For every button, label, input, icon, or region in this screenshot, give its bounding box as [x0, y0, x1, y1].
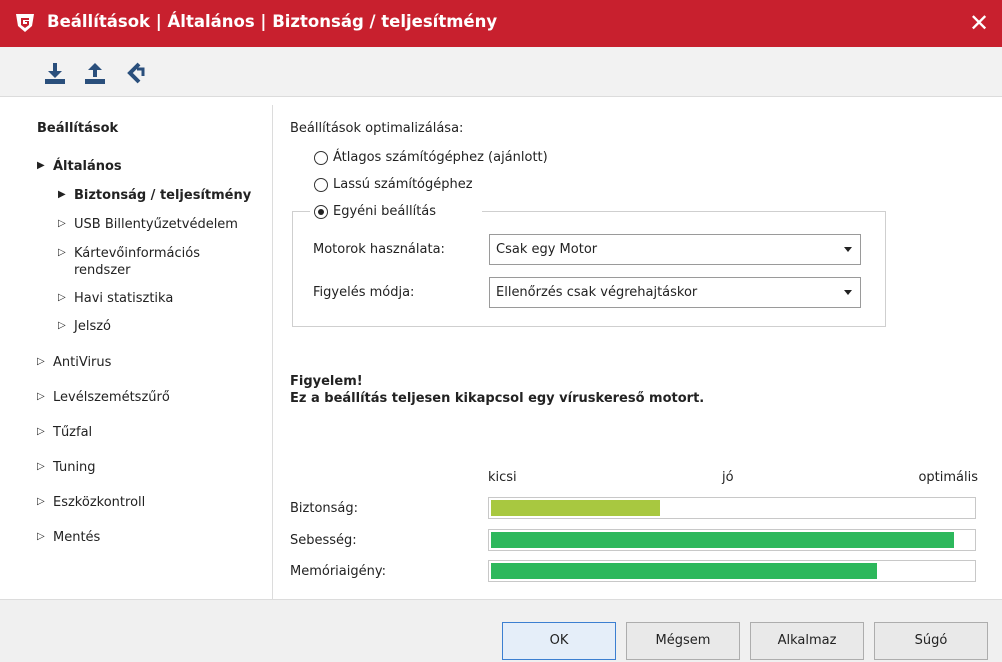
meter-fill: [491, 532, 954, 548]
meter-fill: [491, 563, 877, 579]
ok-button[interactable]: OK: [502, 622, 616, 660]
dropdown-arrow-icon: [844, 247, 852, 252]
engines-select[interactable]: Csak egy Motor: [489, 234, 861, 265]
apply-button-label: Alkalmaz: [777, 633, 837, 648]
scale-high: optimális: [918, 470, 978, 485]
scale-low: kicsi: [488, 470, 517, 485]
engines-select-value: Csak egy Motor: [496, 242, 598, 257]
chevron-right-icon: ▷: [37, 461, 45, 472]
sidebar-item-label: USB Billentyűzetvédelem: [74, 217, 238, 232]
radio-egyeni[interactable]: Egyéni beállítás: [310, 204, 482, 222]
sidebar-item-label: AntiVirus: [53, 355, 112, 370]
window-title: Beállítások | Általános | Biztonság / te…: [47, 12, 498, 31]
sidebar-item-label: Kártevőinformációs: [74, 246, 200, 261]
warning-text: Ez a beállítás teljesen kikapcsol egy ví…: [290, 391, 705, 406]
sidebar-item-label: Tűzfal: [53, 425, 93, 440]
chevron-right-icon: ▷: [37, 531, 45, 542]
upload-icon[interactable]: [82, 60, 108, 86]
reset-icon[interactable]: [122, 60, 148, 86]
sidebar-divider: [272, 105, 273, 600]
apply-button[interactable]: Alkalmaz: [750, 622, 864, 660]
meter-label-memoria: Memóriaigény:: [290, 564, 386, 579]
chevron-right-icon: ▷: [37, 356, 45, 367]
sidebar-item-label: Jelszó: [74, 319, 111, 334]
sidebar-item-label: Havi statisztika: [74, 291, 174, 306]
radio-label: Átlagos számítógéphez (ajánlott): [333, 150, 548, 165]
dropdown-arrow-icon: [844, 290, 852, 295]
engines-label: Motorok használata:: [313, 242, 445, 257]
radio-label: Lassú számítógéphez: [333, 177, 473, 192]
footer: OK Mégsem Alkalmaz Súgó: [0, 599, 1002, 662]
sidebar-item-label: Eszközkontroll: [53, 495, 146, 510]
radio-circle-icon: [314, 151, 328, 165]
meter-label-sebesseg: Sebesség:: [290, 533, 357, 548]
radio-checked-icon: [314, 205, 328, 219]
chevron-right-icon: ▷: [58, 292, 66, 303]
sidebar-item-label: Levélszemétszűrő: [53, 390, 170, 405]
radio-circle-icon: [314, 178, 328, 192]
radio-label: Egyéni beállítás: [333, 204, 437, 219]
custom-settings-group: Motorok használata: Csak egy Motor Figye…: [292, 211, 886, 327]
chevron-right-icon: ▶: [58, 189, 66, 200]
chevron-right-icon: ▷: [58, 247, 66, 258]
monitor-select[interactable]: Ellenőrzés csak végrehajtáskor: [489, 277, 861, 308]
sidebar-item-label: Biztonság / teljesítmény: [74, 188, 252, 203]
sidebar-item-label: Általános: [53, 159, 122, 174]
close-icon[interactable]: ✕: [962, 6, 996, 40]
sidebar-item-label: Mentés: [53, 530, 101, 545]
sidebar-item-label: Tuning: [53, 460, 96, 475]
sidebar-heading: Beállítások: [37, 121, 119, 136]
chevron-right-icon: ▷: [37, 496, 45, 507]
chevron-right-icon: ▷: [37, 426, 45, 437]
chevron-right-icon: ▷: [37, 391, 45, 402]
chevron-right-icon: ▷: [58, 320, 66, 331]
scale-mid: jó: [722, 470, 734, 485]
content-area: Beállítások ▶ Általános ▶ Biztonság / te…: [0, 97, 1002, 600]
gdata-logo-icon: [16, 14, 34, 32]
title-bar: Beállítások | Általános | Biztonság / te…: [0, 0, 1002, 47]
warning-title: Figyelem!: [290, 374, 363, 389]
chevron-right-icon: ▶: [37, 160, 45, 171]
section-label: Beállítások optimalizálása:: [290, 121, 464, 136]
meter-fill: [491, 500, 660, 516]
sidebar-item-label-line2: rendszer: [74, 263, 131, 278]
monitor-select-value: Ellenőrzés csak végrehajtáskor: [496, 285, 698, 300]
download-icon[interactable]: [42, 60, 68, 86]
meter-sebesseg: [488, 529, 976, 551]
help-button[interactable]: Súgó: [874, 622, 988, 660]
meter-label-biztonsag: Biztonság:: [290, 501, 359, 516]
toolbar: [0, 47, 1002, 97]
cancel-button[interactable]: Mégsem: [626, 622, 740, 660]
meter-memoria: [488, 560, 976, 582]
chevron-right-icon: ▷: [58, 218, 66, 229]
monitor-label: Figyelés módja:: [313, 285, 415, 300]
meter-biztonsag: [488, 497, 976, 519]
